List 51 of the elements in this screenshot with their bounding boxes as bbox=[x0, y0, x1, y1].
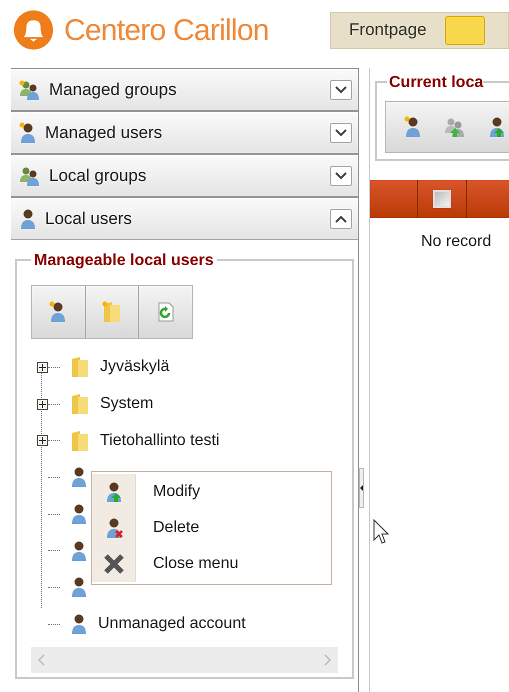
mouse-cursor-icon bbox=[373, 519, 389, 545]
app-title: Centero Carillon bbox=[64, 12, 270, 48]
user-icon bbox=[488, 116, 506, 138]
collapse-left-icon bbox=[360, 484, 364, 492]
accordion-header[interactable]: Local users bbox=[11, 197, 358, 240]
folder-icon bbox=[70, 430, 90, 452]
toolbar-button[interactable] bbox=[404, 116, 422, 138]
user-icon bbox=[70, 540, 88, 562]
accordion-label: Managed groups bbox=[49, 78, 178, 101]
expand-icon[interactable] bbox=[330, 166, 352, 186]
add-folder-icon bbox=[102, 301, 122, 323]
group-icon bbox=[19, 80, 41, 100]
expand-toggle-icon[interactable] bbox=[37, 435, 48, 446]
menu-item[interactable]: Close menu bbox=[92, 546, 331, 582]
empty-message: No record bbox=[421, 232, 492, 252]
menu-item[interactable]: Modify bbox=[92, 474, 331, 510]
accordion-header[interactable]: Local groups bbox=[11, 154, 358, 197]
expand-icon[interactable] bbox=[330, 80, 352, 100]
edit-user-icon bbox=[104, 481, 122, 503]
user-icon bbox=[70, 613, 88, 636]
group-icon bbox=[19, 166, 41, 186]
select-all-checkbox[interactable] bbox=[433, 190, 451, 208]
accordion-label: Local groups bbox=[49, 164, 148, 187]
user-icon bbox=[19, 208, 37, 230]
tree-item[interactable]: Jyväskylä bbox=[100, 355, 170, 380]
delete-user-icon bbox=[104, 517, 122, 539]
group-icon bbox=[444, 117, 466, 137]
toolbar-button[interactable] bbox=[488, 116, 506, 138]
expand-icon[interactable] bbox=[330, 122, 352, 142]
folder-icon bbox=[70, 393, 90, 416]
accordion-header[interactable]: Managed groups bbox=[11, 68, 358, 111]
expand-toggle-icon[interactable] bbox=[37, 398, 48, 410]
add-user-icon bbox=[49, 301, 68, 323]
splitter-handle[interactable] bbox=[359, 468, 364, 508]
folder-icon bbox=[70, 356, 90, 378]
user-icon bbox=[19, 122, 37, 144]
tree-item[interactable]: Unmanaged account bbox=[98, 612, 246, 636]
user-icon bbox=[70, 503, 88, 526]
expand-toggle-icon[interactable] bbox=[37, 362, 48, 373]
user-icon bbox=[70, 576, 88, 598]
refresh-icon bbox=[156, 302, 175, 322]
menu-item[interactable]: Delete bbox=[92, 510, 331, 546]
add-user-icon bbox=[404, 116, 422, 138]
accordion-header[interactable]: Managed users bbox=[11, 111, 358, 154]
tree-item[interactable]: Tietohallinto testi bbox=[100, 428, 220, 453]
accordion-label: Local users bbox=[45, 208, 133, 230]
accordion-label: Managed users bbox=[45, 122, 164, 144]
close-icon bbox=[102, 553, 124, 575]
collapse-icon[interactable] bbox=[330, 208, 352, 228]
user-icon bbox=[70, 466, 88, 488]
tree-item[interactable]: System bbox=[100, 392, 154, 416]
